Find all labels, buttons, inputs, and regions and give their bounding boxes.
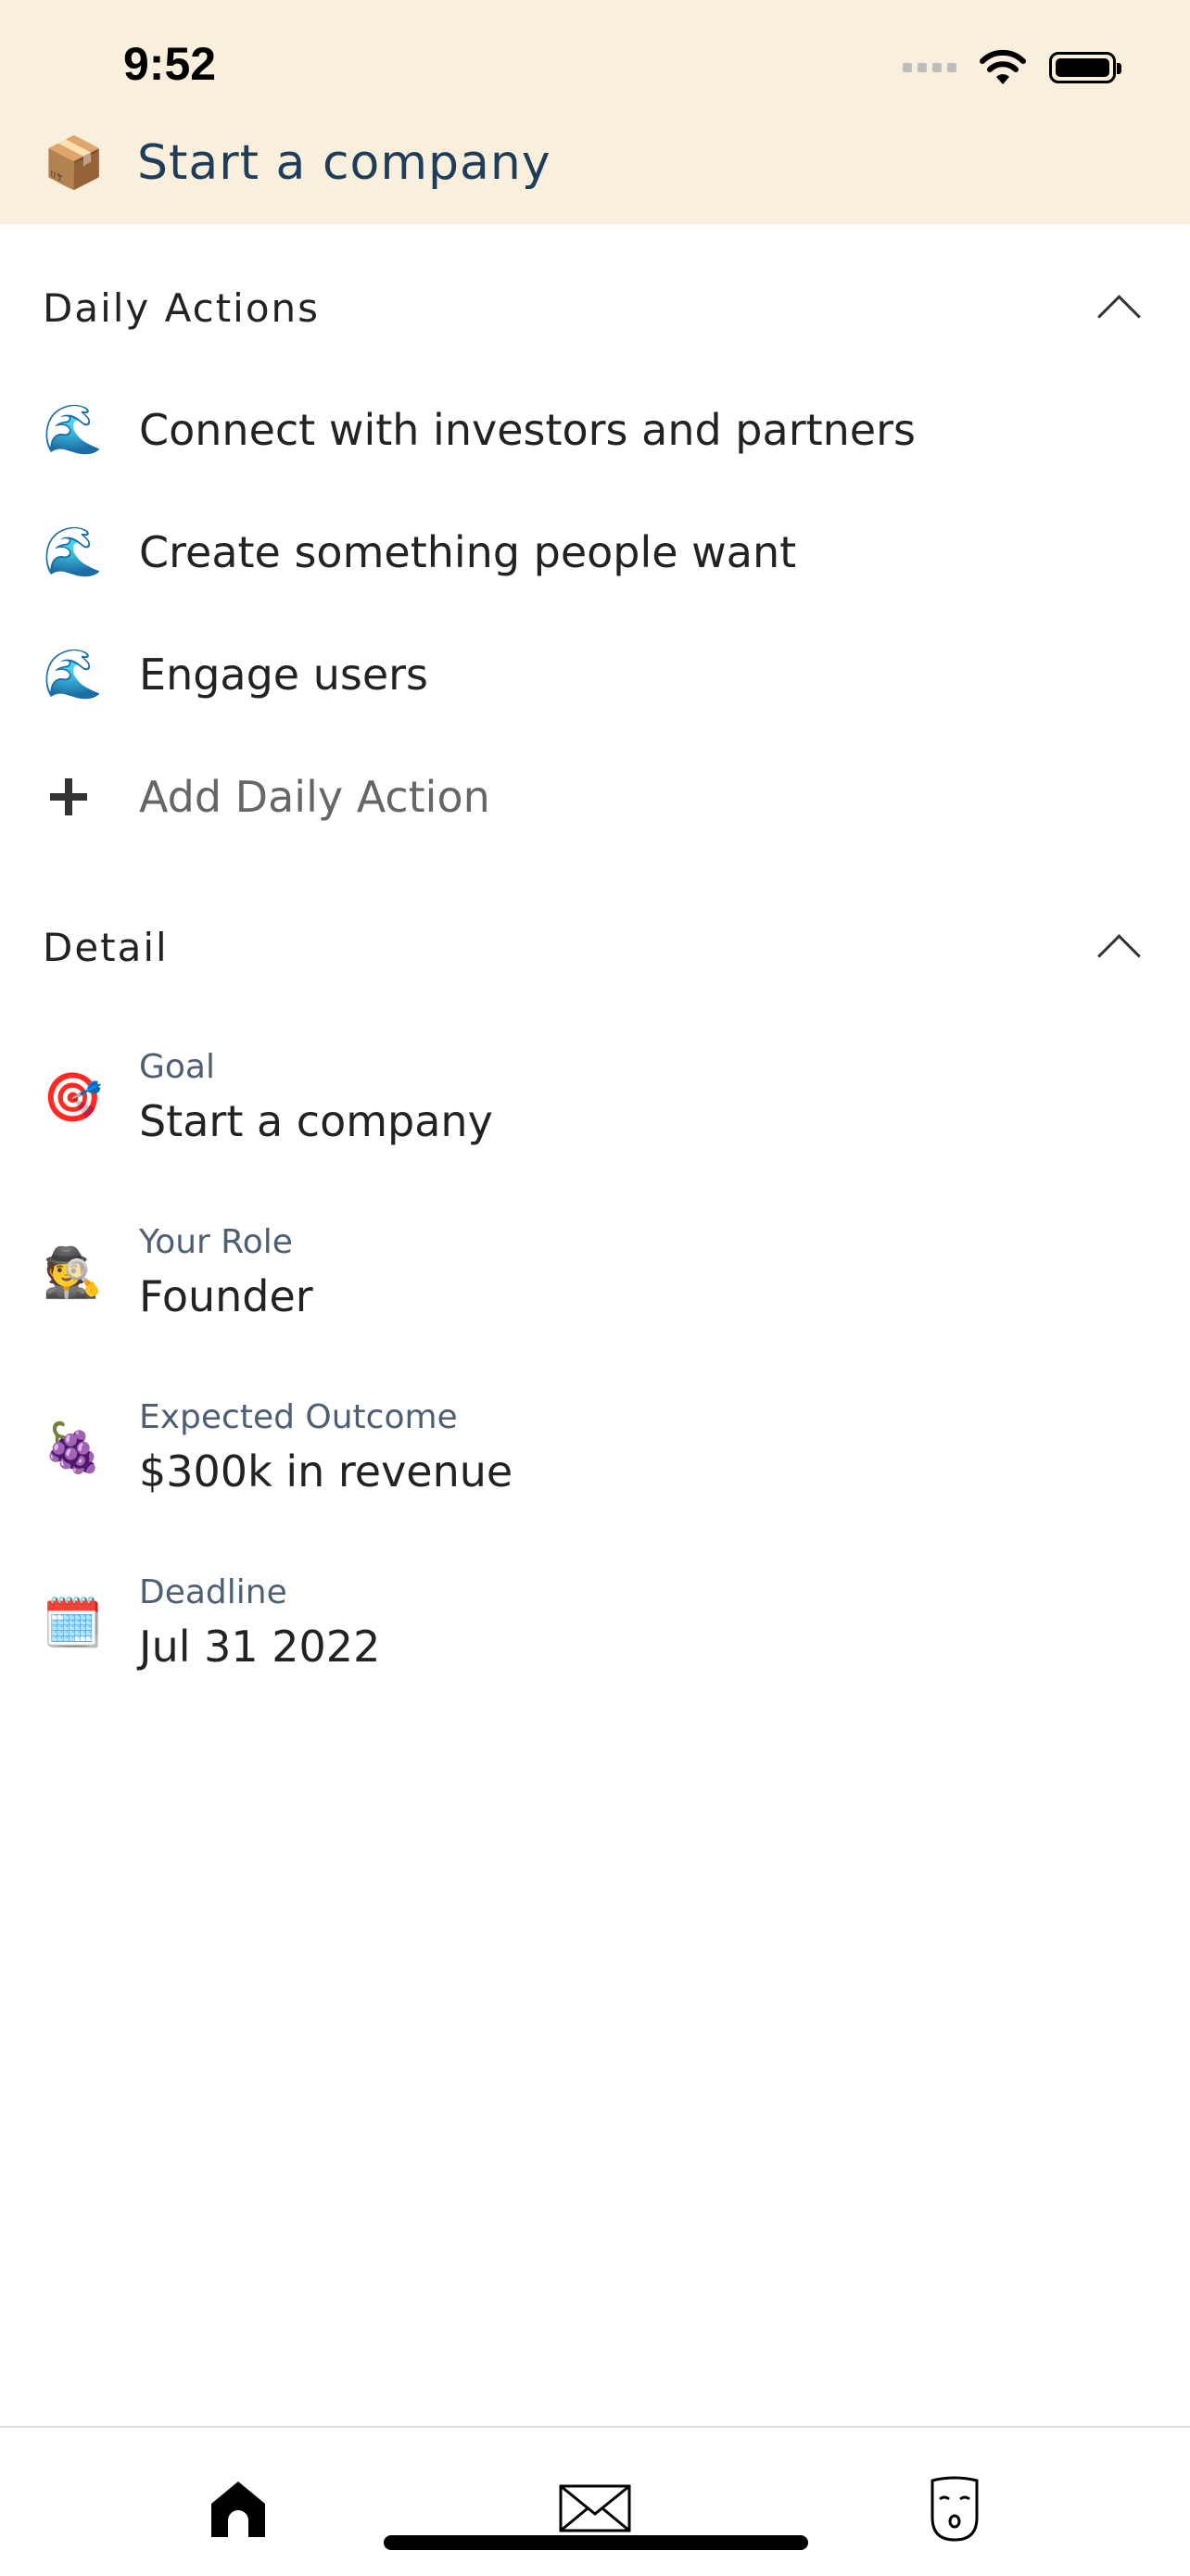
detail-deadline[interactable]: 🗓️ Deadline Jul 31 2022 [43,1554,380,1693]
battery-icon [1049,52,1121,83]
detail-role[interactable]: 🕵️ Your Role Founder [43,1204,313,1343]
detail-value: $300k in revenue [139,1446,513,1496]
wave-icon: 🌊 [43,647,103,702]
detail-value: Jul 31 2022 [139,1622,381,1672]
home-indicator[interactable] [384,2535,808,2550]
detail-label: Expected Outcome [139,1398,458,1436]
status-time: 9:52 [123,38,217,90]
section-title-detail: Detail [43,924,169,970]
detail-outcome[interactable]: 🍇 Expected Outcome $300k in revenue [43,1379,513,1518]
page-title-row: 📦 Start a company [43,133,551,193]
package-icon: 📦 [43,133,106,192]
daily-action-item[interactable]: 🌊 Engage users [43,638,428,712]
add-daily-action-label: Add Daily Action [139,772,490,822]
detail-label: Your Role [139,1223,293,1261]
wave-icon: 🌊 [43,402,103,458]
tab-bar [0,2426,1190,2576]
calendar-icon: 🗓️ [43,1596,103,1651]
app-header: 9:52 📦 Start a company [0,0,1190,224]
section-title-daily-actions: Daily Actions [43,284,321,331]
detail-goal[interactable]: 🎯 Goal Start a company [43,1029,493,1168]
detail-label: Deadline [139,1573,287,1611]
daily-actions-header[interactable]: Daily Actions [43,280,1144,338]
wifi-icon [980,49,1026,84]
daily-action-label: Create something people want [139,527,797,577]
detail-value: Start a company [139,1096,493,1146]
target-icon: 🎯 [43,1070,103,1126]
daily-action-item[interactable]: 🌊 Connect with investors and partners [43,393,916,467]
home-icon [211,2481,265,2537]
daily-action-label: Engage users [139,650,429,700]
daily-action-label: Connect with investors and partners [139,405,916,455]
status-icons [903,44,1121,91]
mail-icon [559,2484,631,2532]
daily-action-item[interactable]: 🌊 Create something people want [43,515,796,589]
grapes-icon: 🍇 [43,1421,103,1476]
detail-header[interactable]: Detail [43,919,1144,978]
detective-icon: 🕵️ [43,1245,103,1301]
chevron-up-icon[interactable] [1097,933,1141,978]
wave-icon: 🌊 [43,524,103,580]
tab-home[interactable] [192,2467,285,2550]
detail-value: Founder [139,1271,313,1321]
add-daily-action-button[interactable]: Add Daily Action [43,760,490,834]
chevron-up-icon[interactable] [1097,294,1141,338]
tab-profile[interactable] [908,2467,1001,2550]
face-icon [930,2476,979,2542]
cellular-signal-icon [903,63,956,72]
detail-label: Goal [139,1048,215,1086]
plus-icon [43,767,102,827]
page-title: Start a company [137,135,551,191]
